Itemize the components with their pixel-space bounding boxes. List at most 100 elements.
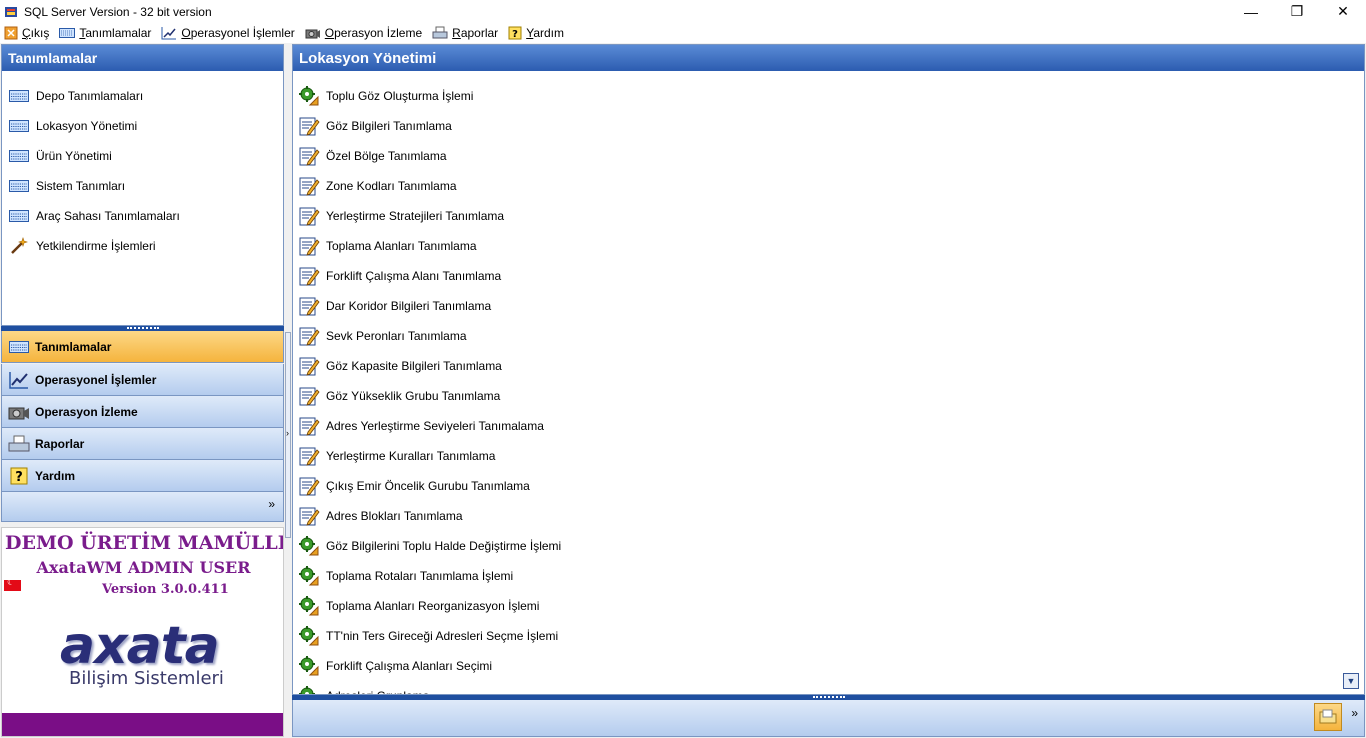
edit-form-icon	[298, 385, 320, 407]
group-operasyon-izleme[interactable]: Operasyon İzleme	[1, 396, 284, 428]
task-item[interactable]: Göz Bilgileri Tanımlama	[293, 111, 1364, 141]
menu-yardim[interactable]: ? Yardım	[508, 23, 564, 43]
navigation-panel-title: Tanımlamalar	[2, 45, 283, 71]
task-item-label: Göz Bilgileri Tanımlama	[326, 119, 452, 133]
minimize-button[interactable]: —	[1228, 0, 1274, 23]
window-title: SQL Server Version - 32 bit version	[24, 4, 212, 19]
logo-footer-bar	[2, 713, 283, 736]
svg-text:?: ?	[512, 29, 518, 40]
menu-raporlar[interactable]: Raporlar	[432, 23, 498, 43]
task-item[interactable]: Zone Kodları Tanımlama	[293, 171, 1364, 201]
task-item[interactable]: Adres Yerleştirme Seviyeleri Tanımalama	[293, 411, 1364, 441]
exit-icon	[4, 26, 18, 40]
keyboard-icon	[8, 178, 30, 194]
edit-form-icon	[298, 325, 320, 347]
edit-form-icon	[298, 205, 320, 227]
edit-form-icon	[298, 145, 320, 167]
vertical-splitter[interactable]: ›	[285, 44, 292, 738]
group-yardim[interactable]: ? Yardım	[1, 460, 284, 492]
task-item[interactable]: Göz Yükseklik Grubu Tanımlama	[293, 381, 1364, 411]
task-item[interactable]: Yerleştirme Stratejileri Tanımlama	[293, 201, 1364, 231]
app-icon	[5, 6, 17, 17]
collapse-arrow-icon[interactable]: ›	[286, 428, 289, 438]
nav-item-label: Ürün Yönetimi	[36, 149, 112, 163]
task-item-label: Adres Yerleştirme Seviyeleri Tanımalama	[326, 419, 544, 433]
menu-operasyon-izleme[interactable]: Operasyon İzleme	[305, 23, 422, 43]
keyboard-icon	[8, 148, 30, 164]
task-item-label: Çıkış Emir Öncelik Gurubu Tanımlama	[326, 479, 530, 493]
maximize-button[interactable]: ❐	[1274, 0, 1320, 23]
task-item-label: Toplama Alanları Reorganizasyon İşlemi	[326, 599, 540, 613]
task-item-label: Dar Koridor Bilgileri Tanımlama	[326, 299, 492, 313]
menu-operasyonel-islemler[interactable]: Operasyonel İşlemler	[161, 23, 295, 43]
task-item[interactable]: Toplama Alanları Reorganizasyon İşlemi	[293, 591, 1364, 621]
chart-pen-icon	[8, 370, 30, 390]
camera-icon	[305, 29, 320, 39]
nav-item-sistem-tanimlari[interactable]: Sistem Tanımları	[2, 171, 283, 201]
menu-tanimlamalar[interactable]: Tanımlamalar	[59, 23, 151, 43]
task-item-label: TT'nin Ters Gireceği Adresleri Seçme İşl…	[326, 629, 559, 643]
group-raporlar[interactable]: Raporlar	[1, 428, 284, 460]
nav-item-lokasyon-yonetimi[interactable]: Lokasyon Yönetimi	[2, 111, 283, 141]
task-item[interactable]: Dar Koridor Bilgileri Tanımlama	[293, 291, 1364, 321]
axata-logo-subtitle: Bilişim Sistemleri	[69, 668, 224, 689]
task-item[interactable]: Yerleştirme Kuralları Tanımlama	[293, 441, 1364, 471]
task-item[interactable]: Toplama Rotaları Tanımlama İşlemi	[293, 561, 1364, 591]
edit-form-icon	[298, 175, 320, 197]
title-bar: SQL Server Version - 32 bit version — ❐ …	[0, 0, 1366, 23]
group-operasyonel-islemler[interactable]: Operasyonel İşlemler	[1, 364, 284, 396]
version-label: Version 3.0.0.411	[102, 582, 229, 597]
company-info-panel: DEMO ÜRETİM MAMÜLLERİ SAN. AxataWM ADMIN…	[1, 527, 284, 737]
open-folder-button[interactable]	[1314, 703, 1342, 731]
task-item-label: Göz Yükseklik Grubu Tanımlama	[326, 389, 501, 403]
printer-icon	[432, 26, 448, 39]
task-item[interactable]: Özel Bölge Tanımlama	[293, 141, 1364, 171]
task-item[interactable]: Toplama Alanları Tanımlama	[293, 231, 1364, 261]
nav-item-label: Yetkilendirme İşlemleri	[36, 239, 156, 253]
nav-item-label: Sistem Tanımları	[36, 179, 126, 193]
task-item[interactable]: Adres Blokları Tanımlama	[293, 501, 1364, 531]
menu-bar: Çıkış Tanımlamalar Operasyonel İşlemler …	[0, 23, 1366, 43]
task-item-label: Toplu Göz Oluşturma İşlemi	[326, 89, 474, 103]
task-item[interactable]: Göz Kapasite Bilgileri Tanımlama	[293, 351, 1364, 381]
task-item[interactable]: Sevk Peronları Tanımlama	[293, 321, 1364, 351]
task-item[interactable]: Forklift Çalışma Alanı Tanımlama	[293, 261, 1364, 291]
group-label: Yardım	[35, 468, 76, 483]
task-item-label: Yerleştirme Kuralları Tanımlama	[326, 449, 496, 463]
task-item-label: Toplama Alanları Tanımlama	[326, 239, 477, 253]
task-item[interactable]: TT'nin Ters Gireceği Adresleri Seçme İşl…	[293, 621, 1364, 651]
nav-item-depo-tanimlamalari[interactable]: Depo Tanımlamaları	[2, 81, 283, 111]
task-item-label: Toplama Rotaları Tanımlama İşlemi	[326, 569, 514, 583]
task-item[interactable]: Forklift Çalışma Alanları Seçimi	[293, 651, 1364, 681]
keyboard-icon	[59, 28, 76, 38]
edit-form-icon	[298, 445, 320, 467]
nav-item-arac-sahasi[interactable]: Araç Sahası Tanımlamaları	[2, 201, 283, 231]
footer-chevron[interactable]: »	[1351, 706, 1358, 720]
task-item[interactable]: Toplu Göz Oluşturma İşlemi	[293, 81, 1364, 111]
scroll-down-button[interactable]: ▼	[1343, 673, 1359, 689]
task-item[interactable]: Adresleri Gruplama	[293, 681, 1364, 694]
task-item-label: Sevk Peronları Tanımlama	[326, 329, 467, 343]
group-tanimlamalar[interactable]: Tanımlamalar	[1, 331, 284, 363]
configure-buttons-chevron[interactable]: »	[268, 497, 275, 511]
tasks-panel-title: Lokasyon Yönetimi	[293, 45, 1364, 71]
gear-arrow-icon	[298, 685, 320, 694]
nav-item-yetkilendirme[interactable]: Yetkilendirme İşlemleri	[2, 231, 283, 261]
task-item[interactable]: Göz Bilgilerini Toplu Halde Değiştirme İ…	[293, 531, 1364, 561]
edit-form-icon	[298, 475, 320, 497]
gear-arrow-icon	[298, 595, 320, 617]
keyboard-icon	[8, 118, 30, 134]
printer-icon	[8, 434, 30, 454]
nav-item-label: Depo Tanımlamaları	[36, 89, 144, 103]
close-button[interactable]: ✕	[1320, 0, 1366, 23]
task-item-label: Özel Bölge Tanımlama	[326, 149, 447, 163]
keyboard-icon	[8, 88, 30, 104]
tasks-panel: Lokasyon Yönetimi Toplu Göz Oluşturma İş…	[292, 44, 1365, 695]
navigation-panel: Tanımlamalar Depo Tanımlamaları Lokasyon…	[1, 44, 284, 326]
gear-arrow-icon	[298, 85, 320, 107]
nav-item-urun-yonetimi[interactable]: Ürün Yönetimi	[2, 141, 283, 171]
task-item[interactable]: Çıkış Emir Öncelik Gurubu Tanımlama	[293, 471, 1364, 501]
menu-cikis[interactable]: Çıkış	[4, 23, 49, 43]
task-item-label: Forklift Çalışma Alanı Tanımlama	[326, 269, 502, 283]
turkish-flag-icon	[4, 577, 21, 591]
